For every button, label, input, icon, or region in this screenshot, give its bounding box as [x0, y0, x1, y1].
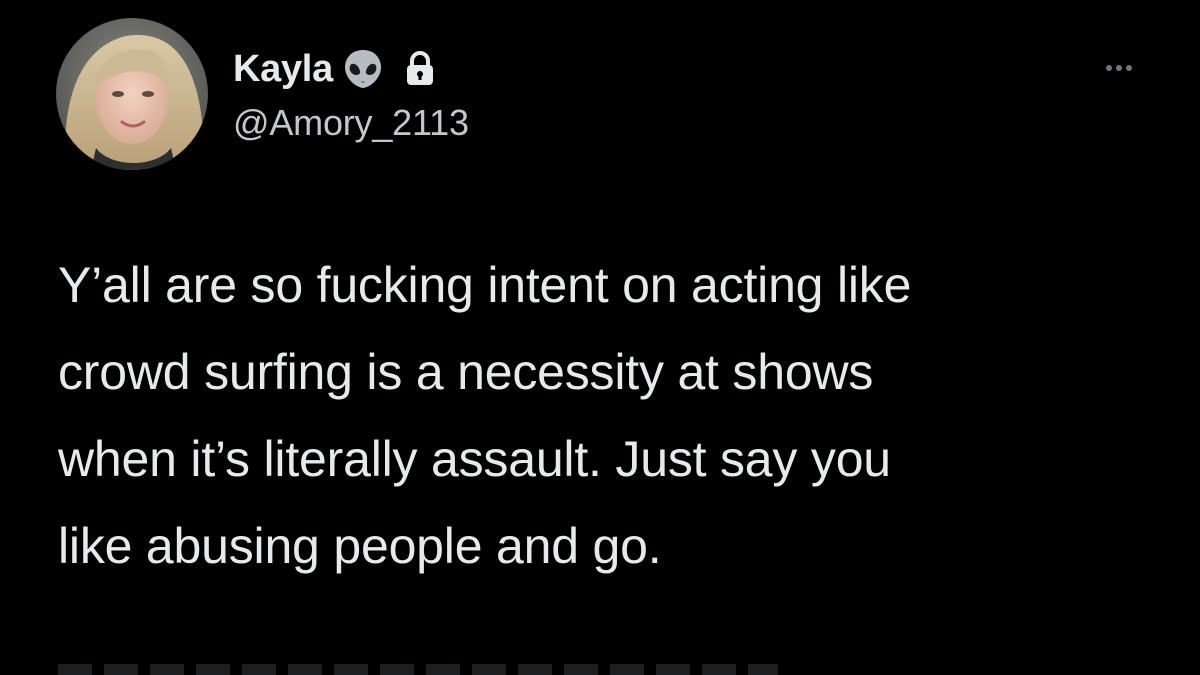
alien-icon — [341, 47, 385, 91]
lock-icon — [403, 50, 437, 87]
avatar[interactable] — [56, 18, 208, 170]
tweet-card: Kayla @Amory_2113 Y’all are so fucking i… — [0, 0, 1200, 675]
name-row: Kayla — [233, 44, 437, 94]
display-name[interactable]: Kayla — [233, 48, 333, 91]
more-horizontal-icon — [1116, 65, 1122, 71]
user-handle[interactable]: @Amory_2113 — [233, 102, 469, 144]
more-horizontal-icon — [1126, 65, 1132, 71]
tweet-text: Y’all are so fucking intent on acting li… — [58, 257, 912, 574]
more-options-button[interactable] — [1094, 56, 1144, 80]
more-horizontal-icon — [1106, 65, 1112, 71]
avatar-image — [56, 18, 208, 170]
tweet-metadata-cutoff — [58, 664, 778, 675]
